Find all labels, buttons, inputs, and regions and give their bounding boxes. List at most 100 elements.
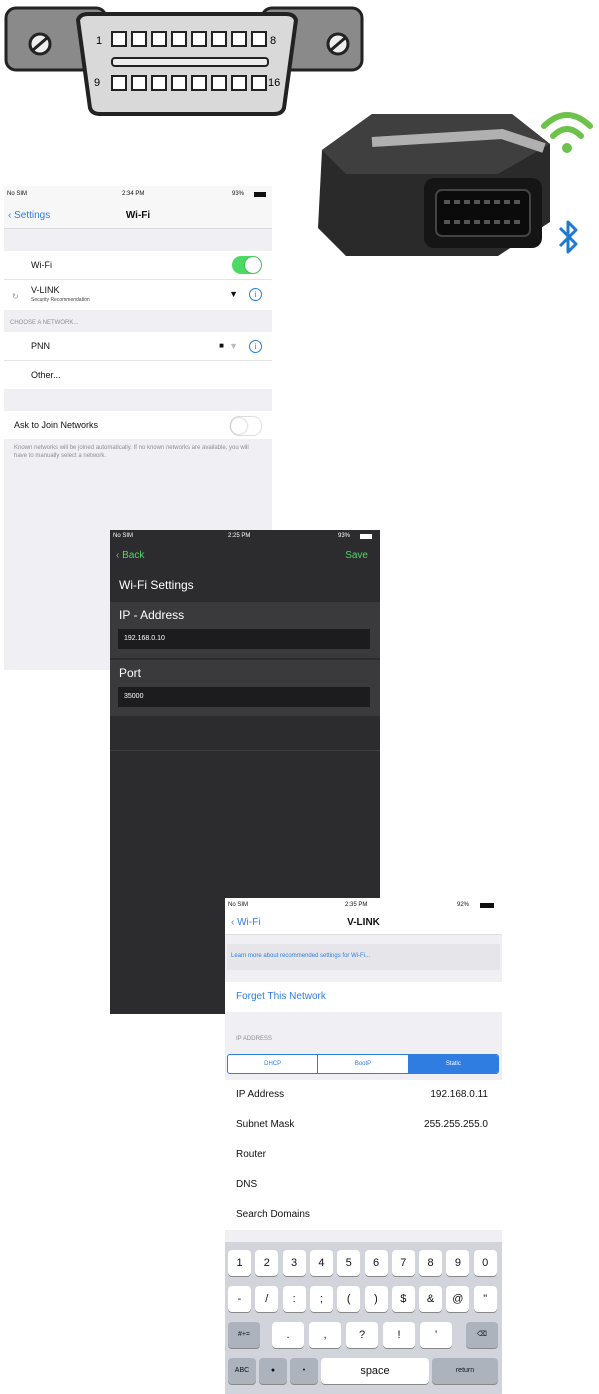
clock-text: 2:25 PM bbox=[228, 533, 251, 539]
obd-pin bbox=[231, 31, 247, 47]
wifi-signal-icon: ▼ bbox=[229, 289, 238, 299]
key-symbol[interactable]: - bbox=[228, 1286, 251, 1312]
carrier-text: No SIM bbox=[113, 533, 134, 539]
segment-dhcp[interactable]: DHCP bbox=[228, 1055, 319, 1073]
obd-pin bbox=[151, 31, 167, 47]
page-title: Wi-Fi bbox=[125, 210, 151, 221]
wifi-toggle-row: Wi-Fi bbox=[4, 251, 272, 280]
nav-bar: ‹ Settings Wi-Fi bbox=[4, 204, 272, 229]
ask-to-join-toggle[interactable] bbox=[230, 416, 262, 436]
key-symbol[interactable]: $ bbox=[391, 1286, 415, 1312]
lock-icon: ■ bbox=[219, 341, 224, 350]
clock-text: 2:35 PM bbox=[345, 902, 368, 908]
nav-bar: ‹ Wi-Fi V-LINK bbox=[225, 912, 502, 935]
forget-network-button[interactable]: Forget This Network bbox=[236, 991, 326, 1002]
obd-dongle-device bbox=[318, 114, 550, 256]
key-1[interactable]: 2 bbox=[255, 1250, 279, 1276]
network-row-pnn[interactable]: PNN ■ ▼ i bbox=[4, 332, 272, 361]
field-label: Router bbox=[236, 1149, 267, 1160]
return-key[interactable]: return bbox=[432, 1358, 498, 1384]
battery-icon bbox=[360, 534, 372, 539]
network-name: Other... bbox=[31, 370, 61, 380]
carrier-text: No SIM bbox=[228, 902, 249, 908]
abc-key[interactable]: ABC bbox=[228, 1358, 256, 1384]
field-label: Subnet Mask bbox=[236, 1119, 295, 1130]
search-domains-row[interactable]: Search Domains bbox=[225, 1200, 502, 1230]
battery-icon bbox=[480, 903, 494, 908]
field-label: Search Domains bbox=[236, 1209, 310, 1220]
key-symbol[interactable]: ; bbox=[309, 1286, 333, 1312]
space-key[interactable]: space bbox=[321, 1358, 429, 1384]
field-label: DNS bbox=[236, 1179, 258, 1190]
subnet-mask-row[interactable]: Subnet Mask 255.255.255.0 bbox=[225, 1110, 502, 1140]
obd-pin bbox=[251, 75, 267, 91]
key-symbol[interactable]: @ bbox=[446, 1286, 470, 1312]
router-row[interactable]: Router bbox=[225, 1140, 502, 1170]
learn-more-link[interactable]: Learn more about recommended settings fo… bbox=[227, 944, 500, 970]
key-5[interactable]: 6 bbox=[364, 1250, 388, 1276]
key-8[interactable]: 9 bbox=[446, 1250, 470, 1276]
ip-address-label: IP - Address bbox=[119, 608, 185, 622]
dns-row[interactable]: DNS bbox=[225, 1170, 502, 1200]
key-punct[interactable]: ? bbox=[346, 1322, 378, 1348]
forget-network-row[interactable]: Forget This Network bbox=[225, 982, 502, 1012]
info-icon[interactable]: i bbox=[249, 340, 262, 353]
bluetooth-icon bbox=[558, 220, 578, 254]
key-punct[interactable]: , bbox=[309, 1322, 341, 1348]
key-symbol[interactable]: ( bbox=[337, 1286, 361, 1312]
key-punct[interactable]: ! bbox=[383, 1322, 415, 1348]
obd-pin bbox=[171, 75, 187, 91]
obd-pin bbox=[211, 75, 227, 91]
network-name: V-LINK bbox=[31, 285, 60, 295]
key-punct[interactable]: ' bbox=[420, 1322, 452, 1348]
key-4[interactable]: 5 bbox=[337, 1250, 361, 1276]
ip-address-value[interactable]: 192.168.0.11 bbox=[430, 1089, 488, 1100]
carrier-text: No SIM bbox=[7, 191, 28, 197]
ask-to-join-row: Ask to Join Networks bbox=[4, 411, 272, 439]
wifi-label: Wi-Fi bbox=[31, 260, 52, 270]
page-title: V-LINK bbox=[347, 917, 380, 928]
connected-network-row[interactable]: ↻ V-LINK Security Recommendation ▼ i bbox=[4, 280, 272, 310]
status-bar: No SIM 2:34 PM 93% bbox=[4, 186, 272, 204]
pin-label-8: 8 bbox=[270, 35, 276, 47]
ip-address-field[interactable]: 192.168.0.10 bbox=[118, 629, 370, 649]
network-row-other[interactable]: Other... bbox=[4, 361, 272, 389]
battery-text: 92% bbox=[457, 902, 470, 908]
key-symbol[interactable]: / bbox=[255, 1286, 279, 1312]
key-0[interactable]: 1 bbox=[228, 1250, 251, 1276]
segment-bootp[interactable]: BootP bbox=[318, 1055, 409, 1073]
key-symbol[interactable]: ) bbox=[364, 1286, 388, 1312]
delete-icon[interactable]: ⌫ bbox=[466, 1322, 498, 1348]
subnet-mask-value[interactable]: 255.255.255.0 bbox=[424, 1119, 488, 1130]
network-name: PNN bbox=[31, 341, 51, 351]
segment-static[interactable]: Static bbox=[408, 1055, 498, 1073]
key-7[interactable]: 8 bbox=[419, 1250, 443, 1276]
key-punct[interactable]: . bbox=[272, 1322, 304, 1348]
wifi-toggle[interactable] bbox=[232, 256, 262, 274]
key-symbol[interactable]: : bbox=[282, 1286, 306, 1312]
pin-label-1: 1 bbox=[96, 35, 102, 47]
ip-address-row[interactable]: IP Address 192.168.0.11 bbox=[225, 1080, 502, 1110]
key-9[interactable]: 0 bbox=[473, 1250, 497, 1276]
ip-mode-segmented-control: DHCP BootP Static bbox=[227, 1054, 499, 1074]
battery-icon bbox=[254, 192, 266, 197]
nav-bar: ‹ Back Save bbox=[110, 544, 380, 568]
key-symbol[interactable]: " bbox=[473, 1286, 497, 1312]
key-symbol[interactable]: & bbox=[419, 1286, 443, 1312]
battery-text: 93% bbox=[338, 533, 351, 539]
symbols-toggle-key[interactable]: #+= bbox=[228, 1322, 260, 1348]
microphone-icon[interactable]: • bbox=[290, 1358, 318, 1384]
obd-pin bbox=[111, 31, 127, 47]
loading-spinner-icon: ↻ bbox=[12, 292, 19, 301]
status-bar: No SIM 2:35 PM 92% bbox=[225, 898, 502, 912]
globe-icon[interactable]: ● bbox=[259, 1358, 287, 1384]
key-3[interactable]: 4 bbox=[309, 1250, 333, 1276]
vlink-network-screen: No SIM 2:35 PM 92% ‹ Wi-Fi V-LINK Learn … bbox=[225, 898, 502, 1394]
info-icon[interactable]: i bbox=[249, 288, 262, 301]
save-button[interactable]: Save bbox=[345, 550, 368, 561]
key-2[interactable]: 3 bbox=[282, 1250, 306, 1276]
key-6[interactable]: 7 bbox=[391, 1250, 415, 1276]
back-button[interactable]: ‹ Back bbox=[116, 550, 144, 561]
obd-pin bbox=[191, 31, 207, 47]
port-field[interactable]: 35000 bbox=[118, 687, 370, 707]
